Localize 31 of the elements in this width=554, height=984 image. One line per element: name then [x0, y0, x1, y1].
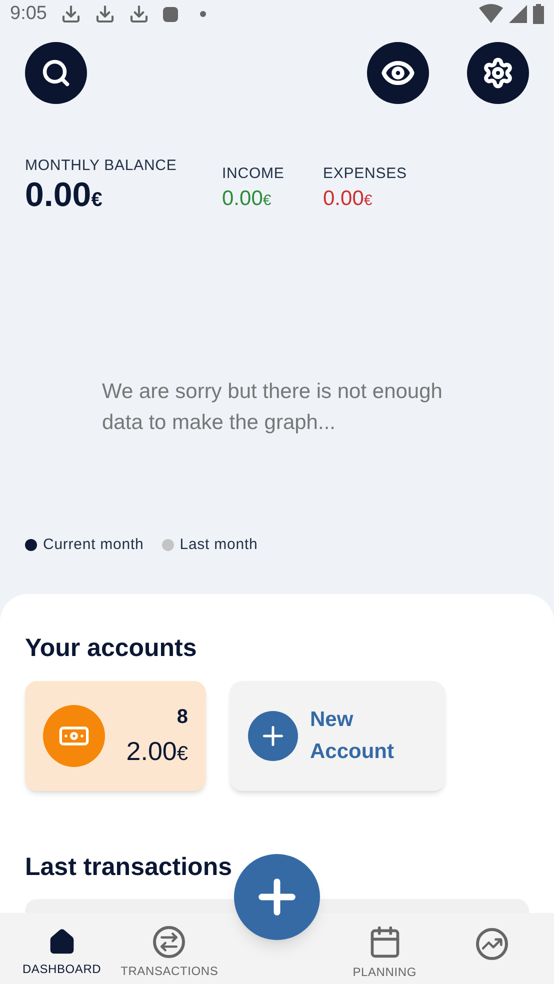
accounts-title: Your accounts	[25, 632, 198, 664]
account-balance: 2.00€	[126, 734, 188, 768]
trend-icon	[476, 928, 508, 960]
battery-icon	[533, 4, 544, 24]
signal-icon	[509, 5, 527, 24]
wifi-icon	[479, 4, 503, 24]
download-icon	[128, 4, 149, 24]
balance-amount: 0.00€	[25, 177, 104, 216]
legend-label: Current month	[43, 535, 144, 555]
account-name: 8	[176, 704, 188, 730]
search-icon	[41, 58, 71, 88]
new-account-button[interactable]: New Account	[230, 681, 445, 791]
settings-icon	[482, 56, 514, 88]
download-icon	[60, 4, 81, 24]
account-card[interactable]: 8 2.00€	[25, 681, 206, 791]
balance-label: MONTHLY BALANCE	[25, 156, 178, 176]
nav-tab[interactable]: PLANNING	[330, 924, 438, 984]
expenses-label: EXPENSES	[323, 164, 407, 184]
transactions-title: Last transactions	[25, 852, 234, 883]
status-time: 9:05	[10, 2, 47, 26]
income-amount: 0.00€	[222, 186, 272, 212]
exchange-icon	[153, 926, 186, 958]
income-label: INCOME	[222, 164, 286, 184]
expenses-amount: 0.00€	[323, 186, 374, 212]
plus-icon	[248, 711, 298, 761]
nav-tab[interactable]: DASHBOARD	[8, 928, 116, 984]
legend-label: Last month	[180, 535, 258, 555]
nav-tab[interactable]: TRANSACTIONS	[116, 926, 224, 984]
download-icon	[94, 4, 115, 24]
home-icon	[48, 928, 76, 956]
no-data-message: We are sorry but there is not enough data to make the graph...	[102, 379, 444, 436]
